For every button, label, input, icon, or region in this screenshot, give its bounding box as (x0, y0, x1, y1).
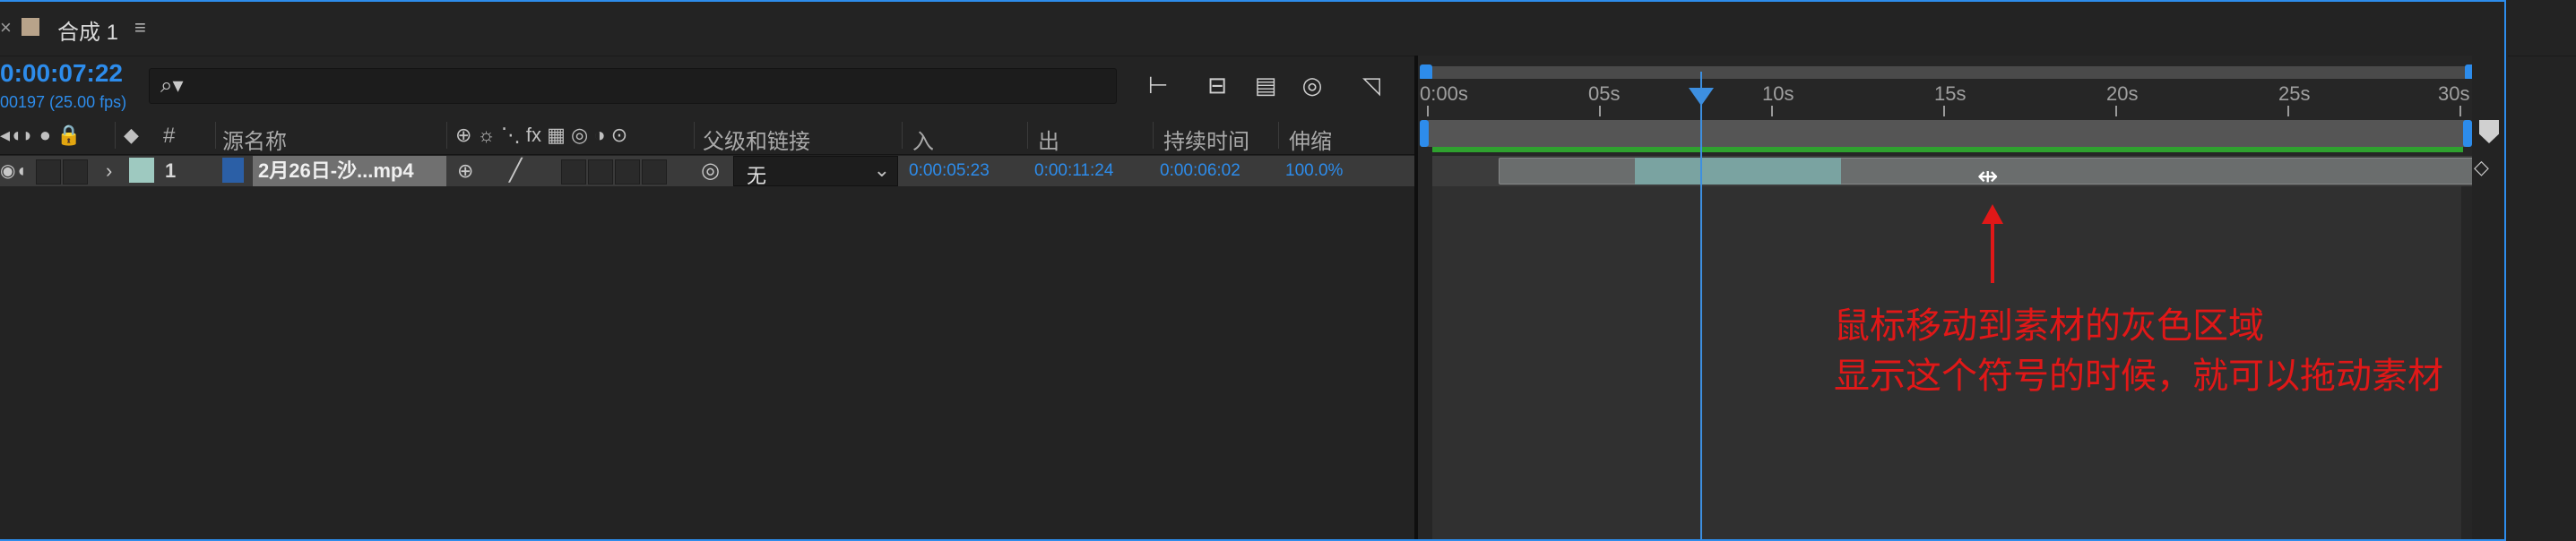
current-time-display[interactable]: 0:00:07:22 (0, 59, 123, 88)
work-area-end-handle[interactable] (2463, 120, 2472, 147)
ruler-label: 0:00s (1420, 82, 1468, 105)
column-divider (215, 122, 216, 149)
column-parent-link[interactable]: 父级和链接 (703, 124, 810, 155)
column-out[interactable]: 出 (1038, 124, 1059, 155)
ruler-tick (2115, 106, 2117, 116)
column-stretch[interactable]: 伸缩 (1289, 124, 1332, 155)
column-number: # (163, 124, 176, 148)
layer-stretch[interactable]: 100.0% (1285, 161, 1343, 181)
column-divider (902, 122, 903, 149)
search-input[interactable]: ⌕▾ (149, 68, 1117, 104)
lock-switch[interactable] (63, 159, 88, 185)
chevron-down-icon: ⌄ (873, 159, 890, 181)
frame-blending-icon[interactable]: ▤ (1249, 70, 1282, 100)
shy-switch-icon[interactable]: ⊕ (457, 159, 473, 183)
frame-blend-switch[interactable] (588, 159, 613, 185)
comp-icon (22, 18, 39, 36)
video-audio-toggle-icons[interactable]: ◉◖ (0, 159, 27, 182)
footage-file-icon (222, 158, 244, 183)
panel-menu-icon[interactable]: ≡ (134, 16, 146, 39)
motion-blur-icon[interactable]: ◎ (1296, 70, 1328, 100)
column-duration[interactable]: 持续时间 (1163, 124, 1249, 155)
quality-switch-icon[interactable]: ╱ (509, 158, 522, 184)
ruler-label: 30s (2438, 82, 2470, 105)
panel-tab-bar (0, 0, 2576, 56)
parent-select-value: 无 (747, 165, 767, 187)
solo-switch[interactable] (36, 159, 61, 185)
pick-whip-icon[interactable]: ◎ (701, 158, 720, 184)
ruler-label: 25s (2278, 82, 2311, 105)
motion-blur-switch[interactable] (615, 159, 640, 185)
move-cursor-icon: ⇹ (1977, 162, 1999, 190)
time-navigator-bar[interactable] (1427, 66, 2470, 79)
frame-rate-info: 00197 (25.00 fps) (0, 93, 127, 111)
layer-label-color[interactable] (129, 158, 154, 183)
ruler-label: 15s (1934, 82, 1967, 105)
search-icon: ⌕▾ (160, 73, 184, 98)
adjustment-switch[interactable] (642, 159, 667, 185)
column-divider (694, 122, 695, 149)
column-divider (446, 122, 447, 149)
playhead-handle[interactable] (1689, 88, 1714, 106)
ruler-tick (1427, 106, 1429, 116)
column-source-name[interactable]: 源名称 (222, 124, 287, 155)
ruler-tick (1771, 106, 1773, 116)
annotation-line-1: 鼠标移动到素材的灰色区域 (1834, 305, 2264, 347)
work-area-bar[interactable] (1425, 120, 2468, 147)
av-switch-icons: ◂◖◗ ● 🔒 (0, 124, 82, 146)
ruler-label: 05s (1588, 82, 1621, 105)
column-divider (115, 122, 116, 149)
ruler-tick (1599, 106, 1601, 116)
work-area-start-handle[interactable] (1420, 120, 1429, 147)
label-tag-icon[interactable]: ◆ (124, 124, 139, 147)
ruler-label: 20s (2106, 82, 2139, 105)
layer-trimmed-footage[interactable] (1635, 158, 1841, 185)
annotation-text: 鼠标移动到素材的灰色区域 显示这个符号的时候，就可以拖动素材 (1834, 301, 2443, 401)
close-icon[interactable]: × (0, 16, 12, 39)
expand-chevron-icon[interactable]: › (106, 159, 112, 183)
parent-select[interactable]: 无 ⌄ (733, 156, 898, 187)
ruler-tick (2287, 106, 2289, 116)
shy-layers-icon[interactable]: ⊟ (1201, 70, 1233, 100)
layer-out-point[interactable]: 0:00:11:24 (1034, 161, 1113, 181)
effects-switch[interactable] (561, 159, 586, 185)
layer-duration[interactable]: 0:00:06:02 (1160, 161, 1240, 181)
annotation-line-2: 显示这个符号的时候，就可以拖动素材 (1834, 356, 2443, 397)
ruler-tick (2459, 106, 2461, 116)
panel-tab-title[interactable]: 合成 1 (57, 14, 118, 46)
layer-in-point[interactable]: 0:00:05:23 (909, 161, 990, 181)
column-divider (1153, 122, 1154, 149)
column-divider (1278, 122, 1279, 149)
layer-index: 1 (165, 159, 177, 182)
layer-switches-icons: ⊕ ☼ ⋱ fx ▦ ◎ ◑ ⊙ (455, 124, 628, 146)
column-divider (1027, 122, 1028, 149)
ruler-label: 10s (1762, 82, 1794, 105)
playhead-line (1700, 72, 1702, 541)
column-in[interactable]: 入 (912, 124, 934, 155)
graph-editor-icon[interactable]: ◹ (1355, 70, 1387, 100)
render-status-bar (1432, 147, 2463, 152)
comp-flowchart-icon[interactable]: ⊢ (1142, 70, 1174, 100)
ruler-tick (1943, 106, 1945, 116)
layer-marker-icon[interactable]: ◇ (2474, 156, 2489, 179)
annotation-arrow (1991, 215, 1994, 283)
layer-source-name[interactable]: 2月26日-沙...mp4 (253, 156, 446, 186)
